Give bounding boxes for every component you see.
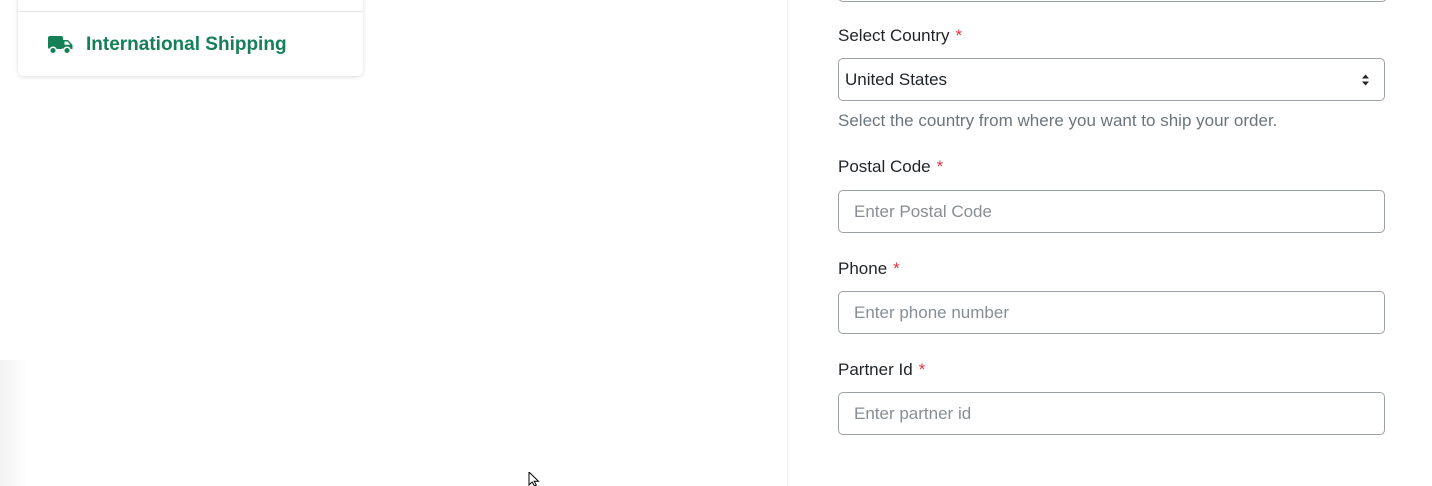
sidebar-divider <box>18 11 363 12</box>
required-marker: * <box>918 360 926 379</box>
sidebar-item-international-shipping[interactable]: International Shipping <box>48 32 287 58</box>
partner-id-label-text: Partner Id <box>838 360 913 379</box>
postal-code-input[interactable] <box>839 191 1384 232</box>
partner-id-field[interactable] <box>838 392 1385 435</box>
country-label: Select Country * <box>838 26 962 46</box>
phone-input[interactable] <box>839 292 1384 333</box>
required-marker: * <box>893 259 900 278</box>
select-arrows-icon <box>1361 73 1370 87</box>
required-marker: * <box>936 157 944 176</box>
page: International Shipping Select Country * U… <box>0 0 1432 486</box>
country-select-value: United States <box>845 69 948 89</box>
sidebar-item-label: International Shipping <box>86 34 287 55</box>
country-help-text: Select the country from where you want t… <box>838 111 1278 130</box>
postal-code-field[interactable] <box>838 190 1385 233</box>
phone-field[interactable] <box>838 291 1385 334</box>
postal-code-label: Postal Code * <box>838 157 943 177</box>
mouse-cursor-icon <box>528 470 542 486</box>
edge-shadow <box>0 360 28 486</box>
column-divider <box>787 0 788 486</box>
required-marker: * <box>955 26 963 45</box>
truck-icon <box>48 35 73 55</box>
phone-label-text: Phone <box>838 259 888 278</box>
country-select[interactable]: United States <box>838 58 1385 101</box>
partner-id-input[interactable] <box>839 393 1384 434</box>
phone-label: Phone * <box>838 259 900 279</box>
previous-field-edge <box>838 0 1387 2</box>
postal-code-label-text: Postal Code <box>838 157 931 176</box>
country-label-text: Select Country <box>838 26 950 45</box>
partner-id-label: Partner Id * <box>838 360 925 380</box>
sidebar-card: International Shipping <box>18 0 363 76</box>
